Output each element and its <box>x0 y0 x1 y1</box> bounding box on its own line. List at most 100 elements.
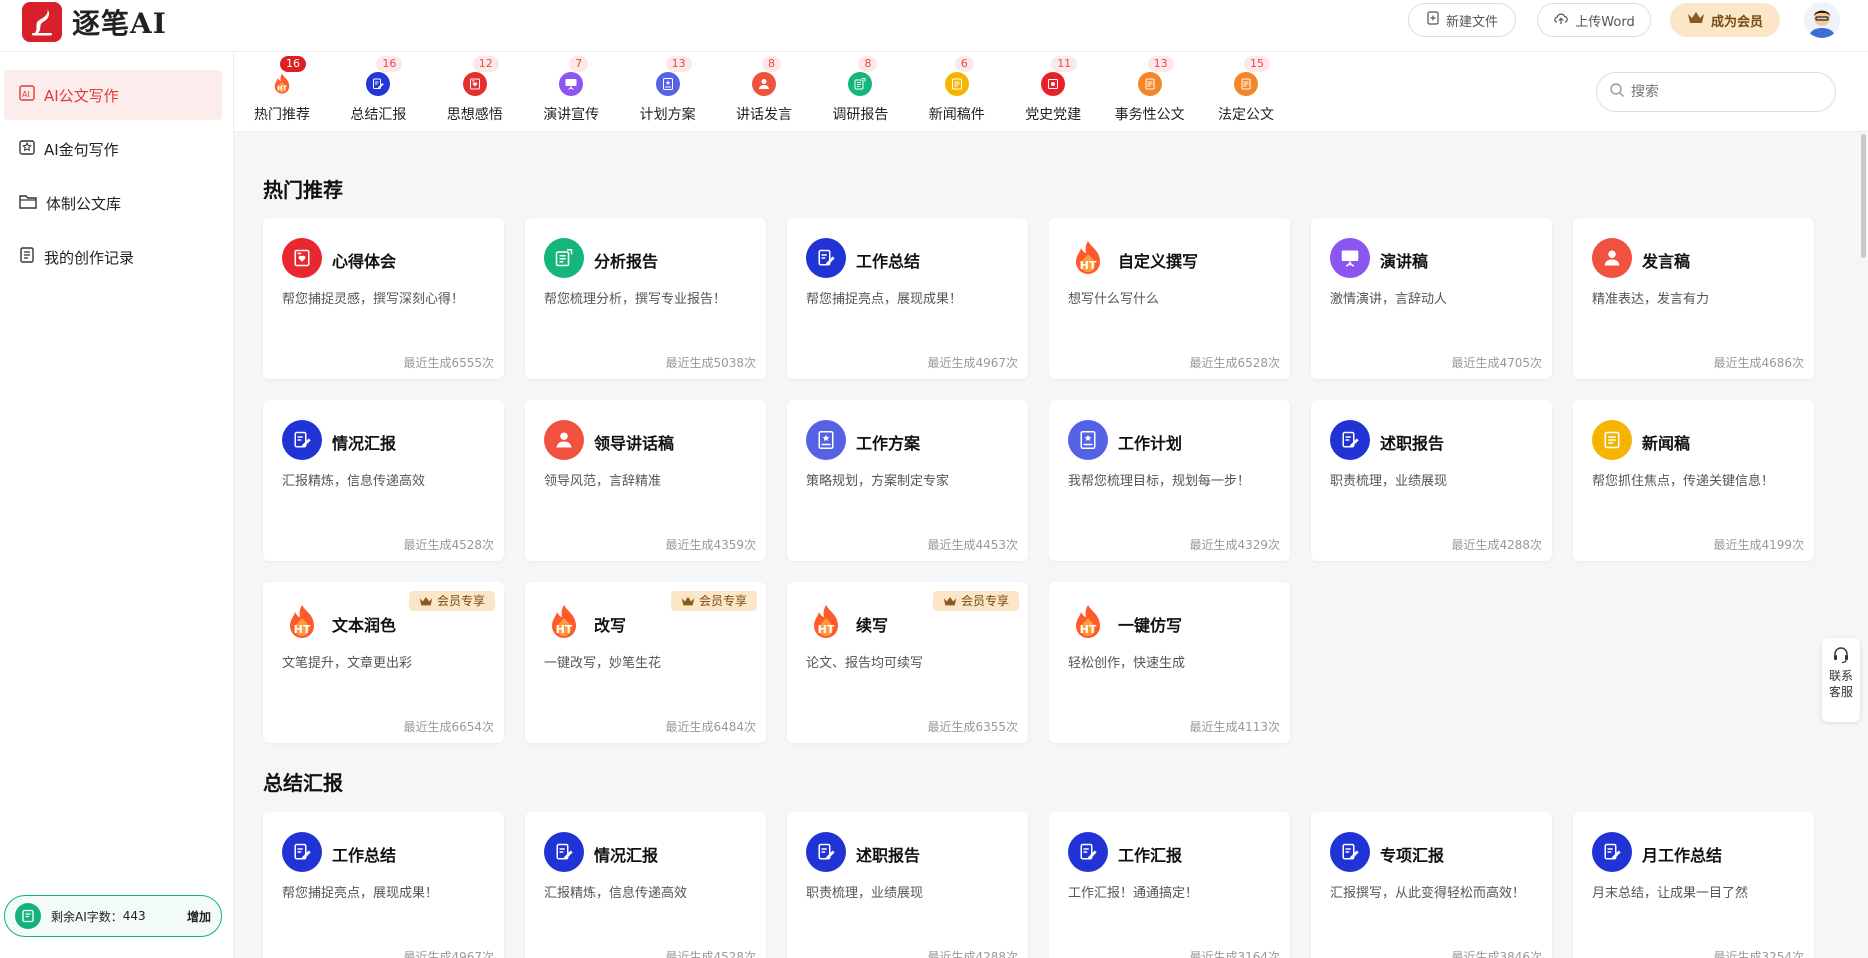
card-description: 帮您捕捉亮点，展现成果！ <box>282 886 439 901</box>
party-icon <box>1041 72 1066 96</box>
card-title: 工作方案 <box>856 434 921 453</box>
card-usage-count: 最近生成6654次 <box>403 720 494 734</box>
template-card[interactable]: HT 改写 一键改写，妙笔生花 最近生成6484次 会员专享 <box>525 582 766 743</box>
template-card[interactable]: 工作计划 我帮您梳理目标，规划每一步！ 最近生成4329次 <box>1049 400 1290 561</box>
pen-edit-icon <box>806 238 846 278</box>
flame-ht-icon: HT <box>1068 602 1108 642</box>
tab-category[interactable]: 13 计划方案 <box>620 52 716 132</box>
template-card[interactable]: 工作总结 帮您捕捉亮点，展现成果！ 最近生成4967次 <box>787 218 1028 379</box>
template-card[interactable]: 工作总结 帮您捕捉亮点，展现成果！ 最近生成4967次 <box>263 812 504 958</box>
category-count-badge: 7 <box>569 56 589 72</box>
sidebar-item-label: 体制公文库 <box>46 194 122 213</box>
template-card[interactable]: 领导讲话稿 领导风范，言辞精准 最近生成4359次 <box>525 400 766 561</box>
plan-board-icon <box>1068 420 1108 460</box>
sidebar-item-ai-quote[interactable]: AI金句写作 <box>4 124 222 174</box>
search-box[interactable] <box>1596 72 1836 112</box>
category-label: 总结汇报 <box>350 107 407 123</box>
flame-icon: HT <box>270 72 294 96</box>
section-title-summary: 总结汇报 <box>263 771 343 795</box>
card-usage-count: 最近生成4288次 <box>927 950 1018 958</box>
svg-text:HT: HT <box>1080 623 1097 636</box>
app-logo[interactable]: 逐笔AI <box>22 0 167 44</box>
template-card[interactable]: HT 自定义撰写 想写什么写什么 最近生成6528次 <box>1049 218 1290 379</box>
template-card[interactable]: 发言稿 精准表达，发言有力 最近生成4686次 <box>1573 218 1814 379</box>
template-card[interactable]: 专项汇报 汇报撰写，从此变得轻松而高效！ 最近生成3846次 <box>1311 812 1552 958</box>
crown-icon <box>681 596 695 605</box>
card-usage-count: 最近生成3254次 <box>1713 950 1804 958</box>
tab-category[interactable]: 11 党史党建 <box>1005 52 1101 132</box>
template-card[interactable]: 情况汇报 汇报精炼，信息传递高效 最近生成4528次 <box>263 400 504 561</box>
become-vip-label: 成为会员 <box>1710 14 1763 30</box>
tab-category[interactable]: 12 思想感悟 <box>427 52 523 132</box>
category-label: 思想感悟 <box>446 107 503 123</box>
template-card[interactable]: 述职报告 职责梳理，业绩展现 最近生成4288次 <box>1311 400 1552 561</box>
template-card[interactable]: 情况汇报 汇报精炼，信息传递高效 最近生成4528次 <box>525 812 766 958</box>
new-file-button[interactable]: 新建文件 <box>1408 3 1516 37</box>
tab-category[interactable]: 8 讲话发言 <box>716 52 812 132</box>
tab-category[interactable]: 6 新闻稿件 <box>909 52 1005 132</box>
user-avatar[interactable] <box>1804 2 1840 38</box>
template-card[interactable]: 工作方案 策略规划，方案制定专家 最近生成4453次 <box>787 400 1028 561</box>
brush-logo-icon <box>22 2 62 42</box>
template-card[interactable]: HT 一键仿写轻松创作，快速生成最近生成4113次 <box>1049 582 1290 743</box>
card-title: 分析报告 <box>594 252 659 271</box>
template-card[interactable]: HT 续写 论文、报告均可续写 最近生成6355次 会员专享 <box>787 582 1028 743</box>
heart-note-icon <box>282 238 322 278</box>
tab-category[interactable]: 16 总结汇报 <box>330 52 426 132</box>
search-input[interactable] <box>1631 84 1821 100</box>
card-title: 发言稿 <box>1642 252 1691 271</box>
sidebar-item-label: AI金句写作 <box>44 140 119 159</box>
template-card[interactable]: 新闻稿 帮您抓住焦点，传递关键信息！ 最近生成4199次 <box>1573 400 1814 561</box>
template-card[interactable]: 月工作总结 月末总结，让成果一目了然 最近生成3254次 <box>1573 812 1814 958</box>
card-title: 情况汇报 <box>594 846 659 865</box>
tab-category[interactable]: HT 16 热门推荐 <box>234 52 330 132</box>
crown-icon <box>943 596 957 605</box>
card-description: 汇报撰写，从此变得轻松而高效！ <box>1330 886 1526 901</box>
card-title: 领导讲话稿 <box>594 434 675 453</box>
card-description: 我帮您梳理目标，规划每一步！ <box>1068 474 1251 489</box>
tab-category[interactable]: 15 法定公文 <box>1198 52 1294 132</box>
sidebar-item-document-library[interactable]: 体制公文库 <box>4 178 222 228</box>
tab-category[interactable]: 8 调研报告 <box>812 52 908 132</box>
template-card[interactable]: 演讲稿 激情演讲，言辞动人 最近生成4705次 <box>1311 218 1552 379</box>
card-description: 工作汇报！通通搞定！ <box>1068 886 1199 901</box>
tab-category[interactable]: 7 演讲宣传 <box>523 52 619 132</box>
quota-add-button[interactable]: 增加 <box>187 908 211 925</box>
section-title-hot: 热门推荐 <box>263 178 343 202</box>
card-description: 论文、报告均可续写 <box>806 656 924 671</box>
card-usage-count: 最近生成3164次 <box>1189 950 1280 958</box>
svg-text:HT: HT <box>294 623 311 636</box>
card-usage-count: 最近生成4288次 <box>1451 538 1542 552</box>
sidebar-item-ai-document[interactable]: AI AI公文写作 <box>4 70 222 120</box>
card-usage-count: 最近生成6528次 <box>1189 356 1280 370</box>
card-usage-count: 最近生成4199次 <box>1713 538 1804 552</box>
template-card[interactable]: HT 文本润色 文笔提升，文章更出彩 最近生成6654次 会员专享 <box>263 582 504 743</box>
sidebar-item-my-records[interactable]: 我的创作记录 <box>4 232 222 282</box>
template-card[interactable]: 工作汇报 工作汇报！通通搞定！ 最近生成3164次 <box>1049 812 1290 958</box>
upload-word-button[interactable]: 上传Word <box>1537 3 1651 37</box>
category-count-badge: 11 <box>1051 56 1078 72</box>
card-usage-count: 最近生成6355次 <box>927 720 1018 734</box>
template-card[interactable]: 分析报告 帮您梳理分析，撰写专业报告！ 最近生成5038次 <box>525 218 766 379</box>
template-card[interactable]: 述职报告 职责梳理，业绩展现 最近生成4288次 <box>787 812 1028 958</box>
svg-text:HT: HT <box>818 623 835 636</box>
card-description: 汇报精炼，信息传递高效 <box>282 474 426 489</box>
template-card[interactable]: 心得体会 帮您捕捉灵感，撰写深刻心得！ 最近生成6555次 <box>263 218 504 379</box>
card-description: 职责梳理，业绩展现 <box>806 886 924 901</box>
tab-category[interactable]: 13 事务性公文 <box>1102 52 1198 132</box>
quota-note-icon <box>15 903 41 929</box>
ai-quote-icon <box>18 138 36 160</box>
card-title: 一键仿写 <box>1118 616 1183 635</box>
card-usage-count: 最近生成4113次 <box>1189 720 1280 734</box>
quota-value: 443 <box>122 909 146 923</box>
card-description: 轻松创作，快速生成 <box>1068 656 1186 671</box>
cloud-upload-icon <box>1553 11 1569 29</box>
category-count-badge: 8 <box>858 56 878 72</box>
speech-icon <box>559 72 584 96</box>
svg-text:AI: AI <box>22 90 30 99</box>
contact-service-button[interactable]: 联系 客服 <box>1822 638 1860 722</box>
scrollbar-thumb[interactable] <box>1861 134 1866 258</box>
become-vip-button[interactable]: 成为会员 <box>1670 3 1780 37</box>
vip-only-badge: 会员专享 <box>408 591 495 611</box>
service-label-2: 客服 <box>1828 685 1853 699</box>
